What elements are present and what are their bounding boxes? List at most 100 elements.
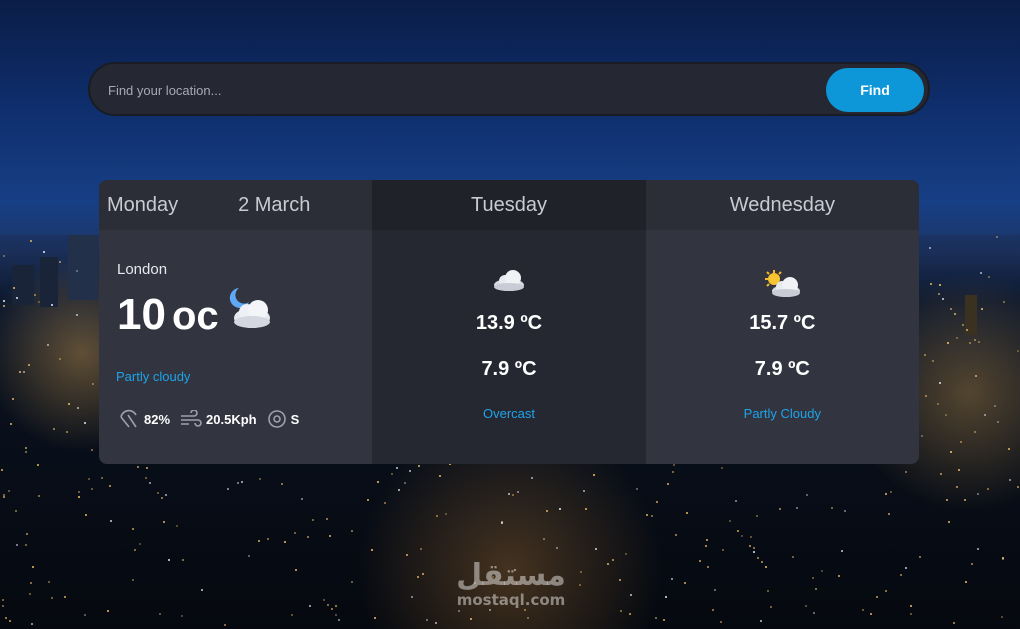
location-search-input[interactable] [106,78,810,102]
city-light [18,370,21,373]
city-light [3,300,6,303]
city-light [699,560,702,563]
city-light [740,535,743,538]
city-light [9,620,12,623]
city-light [973,339,976,342]
city-light [650,514,653,517]
city-light [59,260,62,263]
city-light [439,474,442,477]
city-light [1017,486,1020,489]
city-light [988,276,991,279]
cloud-icon [492,268,526,297]
city-light [16,296,19,299]
city-light [137,466,140,469]
city-light [50,303,53,306]
city-light [516,491,519,493]
city-light [939,382,942,385]
forecast-min-temp: 7.9 ºC [481,358,537,380]
forecast-min-temp: 7.9 ºC [754,358,810,380]
city-light [979,272,982,275]
city-light [139,543,142,546]
city-light [28,363,30,366]
city-light [796,506,799,509]
city-light [91,488,94,491]
city-light [712,608,715,611]
city-light [163,520,166,523]
city-light [377,480,380,483]
city-light [930,282,933,285]
city-light [0,469,3,472]
city-light [924,394,927,397]
city-light [791,556,794,559]
city-light [942,298,945,301]
city-light [737,530,740,533]
city-light [919,555,922,558]
today-panel: Monday 2 March London 10 oc Partly cloudy… [99,180,373,464]
city-light [977,341,980,344]
city-light [909,612,912,615]
forecast-day-header: Wednesday [645,180,919,230]
city-light [1,605,4,608]
city-light [24,451,27,454]
city-light [247,554,250,557]
city-light [16,544,19,547]
city-light [671,577,674,580]
find-button[interactable]: Find [826,68,924,112]
city-light [309,605,312,608]
city-light [38,300,41,303]
city-light [444,513,447,516]
city-light [294,569,297,572]
city-light [75,270,78,273]
city-light [65,430,68,433]
city-light [156,491,159,494]
city-light [875,596,878,599]
city-light [831,507,834,510]
city-light [180,615,183,618]
today-date: 2 March [238,193,311,216]
city-light [338,619,341,622]
city-light [939,473,942,476]
city-light [663,619,666,622]
city-light [722,548,725,551]
city-light [5,616,8,619]
city-light [620,610,623,613]
city-light [948,521,951,524]
city-light [12,287,15,290]
city-light [507,493,510,496]
wind-stat: 20.5Kph [180,410,257,428]
city-light [559,508,562,511]
city-light [408,470,411,473]
city-light [403,482,406,485]
city-light [869,613,872,616]
city-light [887,513,890,516]
temp-value: 10 [117,290,166,339]
city-light [950,308,953,311]
city-light [885,492,888,495]
city-light [290,614,293,617]
city-light [31,622,34,625]
city-light [974,375,977,378]
city-light [131,578,134,581]
forecast-max-temp: 15.7 ºC [749,312,816,334]
city-light [950,450,953,453]
city-light [720,620,723,623]
city-light [84,514,87,517]
city-light [426,619,429,622]
city-light [1009,479,1012,482]
city-light [77,491,80,494]
city-light [956,337,959,340]
city-light [815,588,818,591]
city-light [76,406,79,409]
city-light [686,512,689,515]
city-light [84,421,87,424]
city-light [410,595,413,598]
city-light [512,493,515,496]
city-light [334,614,337,617]
city-light [2,495,5,498]
city-light [974,431,977,434]
city-light [284,541,287,544]
city-light [961,323,964,326]
city-light [59,357,62,360]
city-light [977,492,980,495]
city-light [960,440,963,443]
